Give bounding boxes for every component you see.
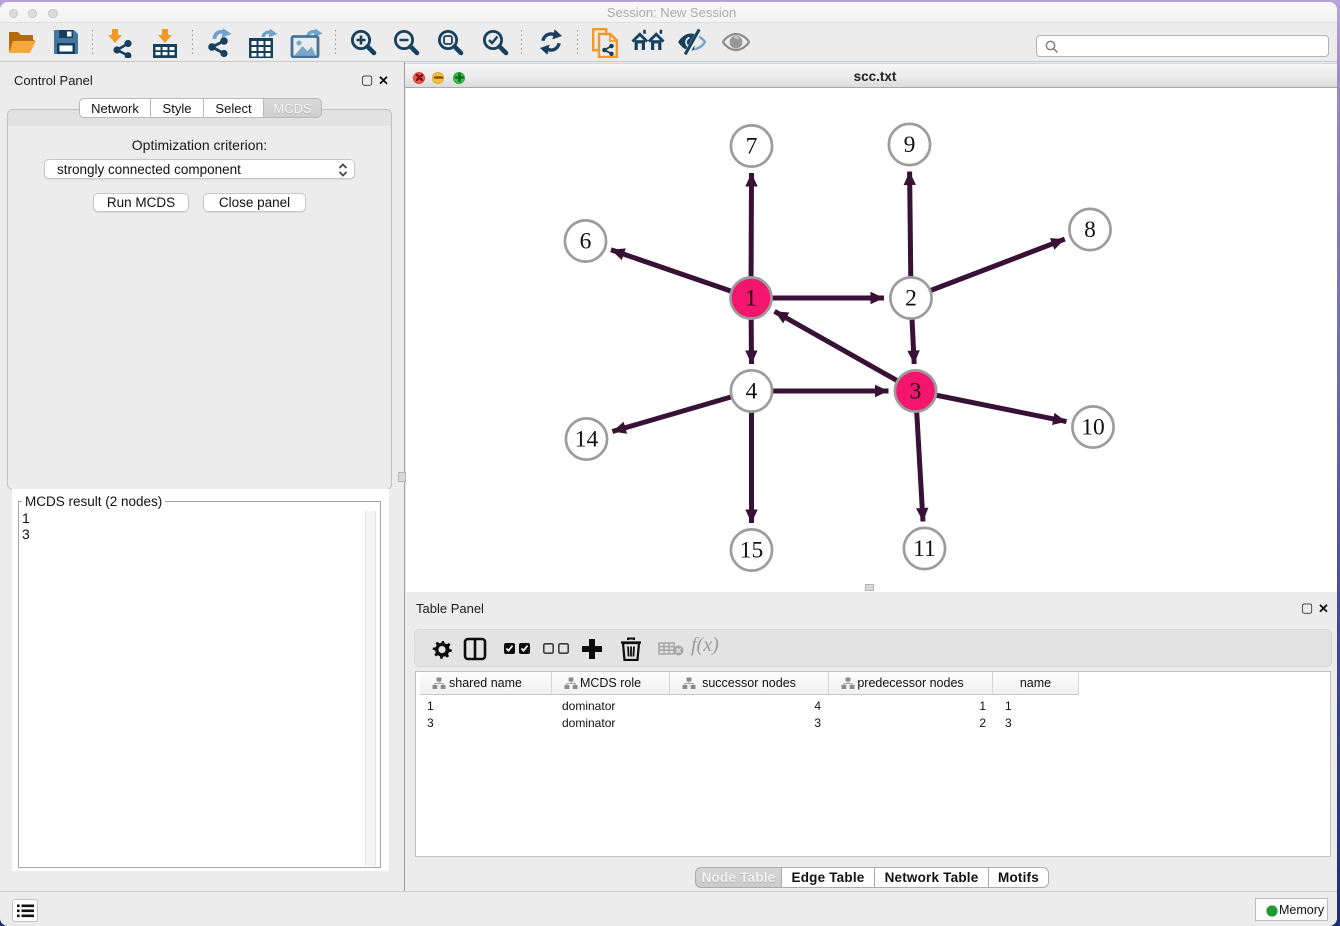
svg-text:10: 10 (1081, 415, 1105, 441)
svg-text:8: 8 (1084, 217, 1096, 243)
svg-text:1: 1 (745, 286, 757, 312)
svg-text:9: 9 (904, 132, 916, 158)
svg-text:4: 4 (746, 379, 758, 405)
svg-text:11: 11 (913, 536, 936, 562)
svg-text:6: 6 (580, 229, 592, 255)
svg-text:3: 3 (910, 379, 922, 405)
svg-text:7: 7 (746, 134, 758, 160)
svg-text:14: 14 (575, 427, 599, 453)
svg-text:15: 15 (740, 538, 764, 564)
svg-text:2: 2 (905, 286, 917, 312)
